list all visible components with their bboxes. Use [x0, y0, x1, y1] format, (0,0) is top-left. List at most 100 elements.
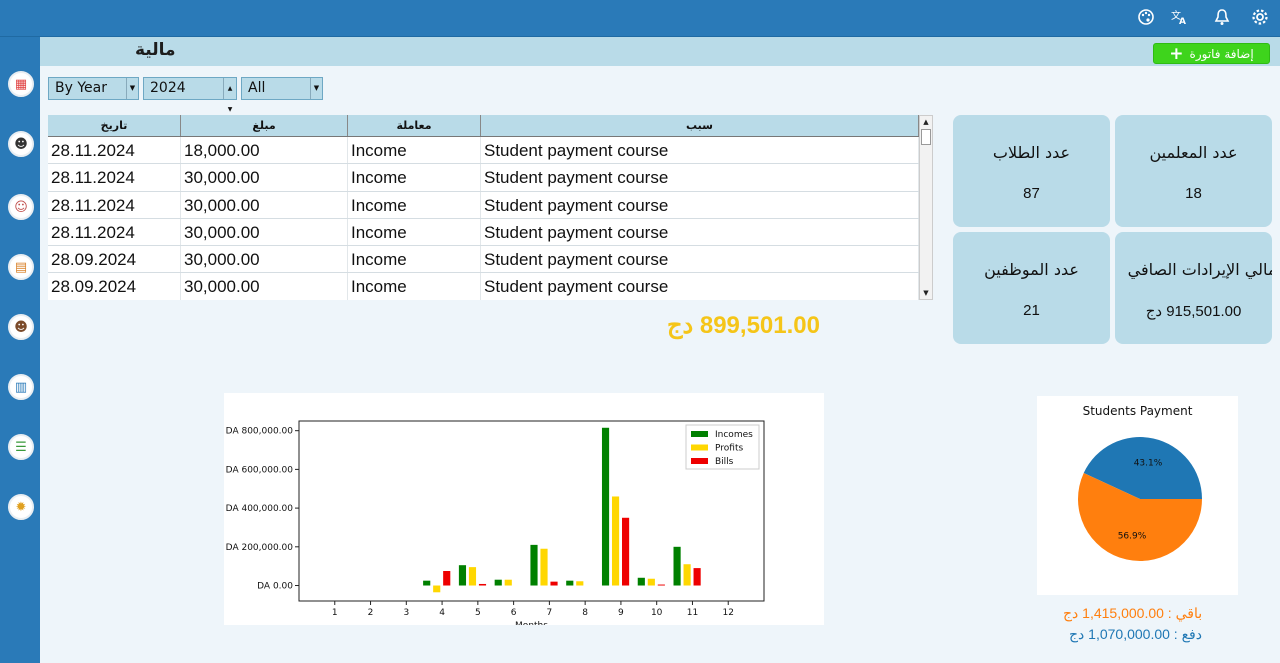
page-title: مالية: [135, 40, 176, 60]
bar-incomes: [494, 579, 502, 586]
legend-label: Profits: [715, 444, 743, 454]
cell-date: 28.11.2024: [48, 191, 181, 218]
cell-amount: 30,000.00: [181, 218, 348, 246]
cell-transaction: Income: [348, 191, 481, 218]
x-tick-label: 7: [547, 608, 553, 618]
title-bar: مالية + إضافة فاتورة: [40, 37, 1280, 66]
bar-chart-svg: DA 0.00 DA 200,000.00 DA 400,000.00 DA 600,…: [226, 420, 765, 631]
x-tick-label: 11: [687, 608, 698, 618]
column-header-transaction[interactable]: معاملة: [348, 115, 481, 136]
scroll-thumb[interactable]: [921, 129, 931, 145]
transactions-table: تاريخ مبلغ معاملة سبب 28.11.2024 18,000.…: [48, 115, 919, 300]
add-invoice-button[interactable]: + إضافة فاتورة: [1153, 43, 1270, 64]
translate-icon[interactable]: 文A: [1169, 8, 1189, 28]
table-row[interactable]: 28.11.2024 30,000.00 Income Student paym…: [48, 218, 919, 247]
calendar-icon[interactable]: ▦: [8, 71, 34, 97]
teachers-card: عدد المعلمين 18: [1115, 115, 1272, 227]
column-header-reason[interactable]: سبب: [481, 115, 919, 136]
x-tick-label: 12: [723, 608, 734, 618]
students-icon[interactable]: ☺: [8, 194, 34, 220]
x-tick-label: 3: [403, 608, 409, 618]
legend-label: Bills: [715, 457, 734, 467]
employees-value: 21: [1023, 302, 1040, 319]
cell-transaction: Income: [348, 164, 481, 191]
x-tick-label: 8: [582, 608, 588, 618]
gear-icon[interactable]: [1250, 8, 1270, 28]
cell-date: 28.09.2024: [48, 246, 181, 273]
x-axis-label: Months: [515, 621, 548, 625]
table-row[interactable]: 28.09.2024 30,000.00 Income Student paym…: [48, 273, 919, 300]
plus-icon: +: [1169, 43, 1184, 64]
scroll-up-icon[interactable]: ▲: [920, 116, 932, 128]
reports-icon[interactable]: ▥: [8, 374, 34, 400]
x-tick-label: 4: [439, 608, 445, 618]
period-select[interactable]: By Year ▼: [48, 77, 139, 100]
y-tick-label: DA 600,000.00: [226, 465, 294, 475]
bar-profits: [540, 548, 548, 586]
table-row[interactable]: 28.11.2024 30,000.00 Income Student paym…: [48, 191, 919, 219]
bar-profits: [433, 585, 441, 593]
cell-transaction: Income: [348, 273, 481, 300]
chevron-down-icon: ▼: [310, 78, 322, 99]
bar-bills: [478, 583, 487, 586]
x-tick-label: 10: [651, 608, 663, 618]
settings-icon[interactable]: ✹: [8, 494, 34, 520]
bar-bills: [693, 568, 701, 586]
add-invoice-label: إضافة فاتورة: [1189, 46, 1254, 61]
bar-incomes: [566, 580, 574, 586]
net-income-label: جمالي الإيرادات الصافي: [1127, 260, 1272, 279]
students-payment-pie-chart: Students Payment 43.1% 56.9%: [1037, 396, 1238, 595]
teacher-icon[interactable]: ☻: [8, 131, 34, 157]
staff-icon[interactable]: ☻: [8, 314, 34, 340]
employees-card: عدد الموظفين 21: [953, 232, 1110, 344]
cell-amount: 30,000.00: [181, 164, 348, 191]
cell-transaction: Income: [348, 246, 481, 273]
table-header: تاريخ مبلغ معاملة سبب: [48, 115, 919, 137]
type-select[interactable]: All ▼: [241, 77, 323, 100]
cell-reason: Student payment course: [481, 191, 919, 218]
period-value: By Year: [55, 80, 107, 96]
bar-bills: [550, 581, 558, 586]
students-card: عدد الطلاب 87: [953, 115, 1110, 227]
year-value: 2024: [150, 80, 186, 96]
bar-profits: [504, 579, 512, 586]
palette-icon[interactable]: [1136, 8, 1156, 28]
monthly-bar-chart: DA 0.00 DA 200,000.00 DA 400,000.00 DA 600,…: [224, 393, 824, 631]
list-icon[interactable]: ☰: [8, 434, 34, 460]
remaining-amount: باقي : 1,415,000.00 دج: [1063, 605, 1203, 621]
certificate-icon[interactable]: ▤: [8, 254, 34, 280]
net-income-value: 915,501.00 دج: [1145, 303, 1242, 320]
bar-incomes: [673, 546, 681, 586]
column-header-date[interactable]: تاريخ: [48, 115, 181, 136]
table-scrollbar[interactable]: ▲ ▼: [919, 115, 933, 300]
table-row[interactable]: 28.11.2024 30,000.00 Income Student paym…: [48, 164, 919, 192]
cell-transaction: Income: [348, 137, 481, 164]
bell-icon[interactable]: [1212, 8, 1232, 28]
y-tick-label: DA 800,000.00: [226, 427, 294, 437]
sidebar: ▦ ☻ ☺ ▤ ☻ ▥ ☰ ✹: [0, 37, 40, 663]
cell-date: 28.11.2024: [48, 164, 181, 191]
bar-profits: [647, 578, 655, 586]
cell-reason: Student payment course: [481, 246, 919, 273]
pie-slice-label: 56.9%: [1118, 531, 1147, 541]
x-tick-label: 2: [368, 608, 374, 618]
teachers-label: عدد المعلمين: [1149, 143, 1238, 162]
bar-incomes: [423, 580, 431, 586]
cell-amount: 30,000.00: [181, 246, 348, 273]
x-tick-label: 6: [511, 608, 517, 618]
cell-amount: 30,000.00: [181, 191, 348, 218]
column-header-amount[interactable]: مبلغ: [181, 115, 348, 136]
cell-reason: Student payment course: [481, 137, 919, 164]
legend-swatch: [691, 444, 708, 451]
total-amount: 899,501.00 دج: [667, 312, 820, 339]
legend-label: Incomes: [715, 430, 753, 440]
bar-profits: [683, 564, 691, 586]
table-row[interactable]: 28.11.2024 18,000.00 Income Student paym…: [48, 137, 919, 165]
pie-slice-label: 43.1%: [1134, 459, 1163, 469]
main-content: مالية + إضافة فاتورة By Year ▼ 2024 ▲ ▼ A…: [40, 37, 1280, 663]
year-spinbox[interactable]: 2024 ▲ ▼: [143, 77, 237, 113]
table-row[interactable]: 28.09.2024 30,000.00 Income Student paym…: [48, 246, 919, 274]
scroll-down-icon[interactable]: ▼: [920, 287, 932, 299]
bar-bills: [657, 584, 665, 586]
spin-arrows-icon[interactable]: ▲ ▼: [223, 78, 236, 113]
